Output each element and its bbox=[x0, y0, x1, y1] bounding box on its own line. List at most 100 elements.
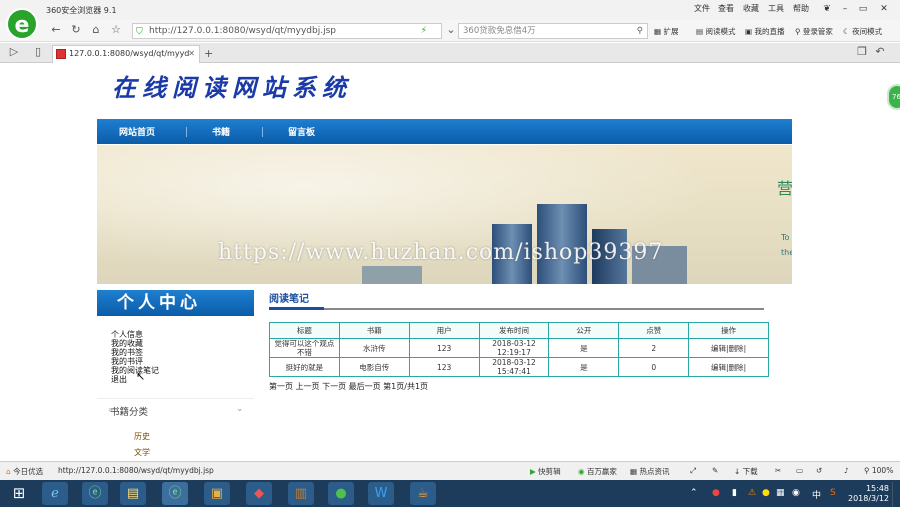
category-literature[interactable]: 文学 bbox=[134, 447, 150, 458]
sidebar-link-logout[interactable]: 退出 bbox=[111, 375, 127, 384]
new-tab-button[interactable]: + bbox=[204, 47, 213, 60]
cell-title: 觉得可以这个观点不错 bbox=[269, 338, 340, 358]
download-button[interactable]: ↓ 下载 bbox=[734, 466, 758, 477]
skin-icon[interactable]: ❦ bbox=[820, 2, 834, 16]
book-app-icon[interactable]: ▥ bbox=[288, 482, 314, 505]
cast-icon[interactable]: ▭ bbox=[796, 466, 803, 475]
restore-tabs-icon[interactable]: ❐ bbox=[854, 44, 870, 60]
speed-icon[interactable]: ⚡ bbox=[421, 24, 427, 38]
delete-link[interactable]: 删除 bbox=[729, 363, 744, 372]
sidebar-link-profile[interactable]: 个人信息 bbox=[111, 330, 143, 339]
extensions-button[interactable]: ▦ 扩展 bbox=[654, 26, 678, 37]
cell-public: 是 bbox=[548, 338, 620, 358]
reading-mode-button[interactable]: ▤ 阅读模式 bbox=[696, 26, 735, 37]
network-icon[interactable]: ▦ bbox=[776, 488, 785, 498]
close-button[interactable]: ✕ bbox=[877, 2, 891, 16]
url-input[interactable]: ⛉ http://127.0.0.1:8080/wsyd/qt/myydbj.j… bbox=[132, 23, 442, 39]
delete-link[interactable]: 删除 bbox=[729, 344, 744, 353]
sidebar-link-favorites[interactable]: 我的收藏 bbox=[111, 339, 143, 348]
history-icon[interactable]: ↺ bbox=[816, 466, 822, 475]
system-clock[interactable]: 15:48 2018/3/12 bbox=[848, 484, 889, 504]
wechat-icon[interactable]: ● bbox=[328, 482, 354, 505]
tray-app-icon[interactable]: ● bbox=[712, 488, 720, 498]
pagination[interactable]: 第一页 上一页 下一页 最后一页 第1页/共1页 bbox=[269, 381, 428, 392]
home-icon[interactable]: ⌂ bbox=[88, 22, 104, 38]
bookmark-star-icon[interactable]: ☆ bbox=[108, 22, 124, 38]
login-manager-button[interactable]: ⚲ 登录管家 bbox=[795, 26, 833, 37]
qq-icon[interactable]: ◉ bbox=[792, 488, 800, 498]
browser-360-icon[interactable]: ⓔ bbox=[82, 482, 108, 505]
cell-time: 2018-03-12 12:19:17 bbox=[478, 338, 550, 358]
menu-file[interactable]: 文件 bbox=[694, 3, 710, 14]
my-live-button[interactable]: ▣ 我的直播 bbox=[745, 26, 784, 37]
menu-view[interactable]: 查看 bbox=[718, 3, 734, 14]
dropdown-chevron-icon[interactable]: ⌄ bbox=[443, 22, 459, 38]
category-heading[interactable]: 书籍分类 bbox=[110, 404, 148, 418]
screenshot-icon[interactable]: ✂ bbox=[775, 466, 781, 475]
back-icon[interactable]: ← bbox=[48, 22, 64, 38]
zoom-icon: ⚲ bbox=[864, 466, 870, 475]
tray-chevron-icon[interactable]: ⌃ bbox=[690, 488, 698, 498]
today-picks-button[interactable]: ⌂ 今日优选 bbox=[6, 466, 43, 477]
pin-icon[interactable]: ✎ bbox=[712, 466, 718, 475]
nav-guestbook[interactable]: 留言板 bbox=[288, 125, 315, 138]
show-desktop-button[interactable] bbox=[892, 482, 900, 507]
ie-browser-icon[interactable]: ℯ bbox=[42, 482, 68, 505]
undo-close-icon[interactable]: ↶ bbox=[872, 44, 888, 60]
volume-icon[interactable]: ♪ bbox=[844, 466, 849, 475]
cell-actions: 编辑|删除| bbox=[688, 338, 769, 358]
search-input[interactable]: 360贷款免息借4万 ⚲ bbox=[458, 23, 648, 39]
search-icon[interactable]: ⚲ bbox=[637, 24, 643, 38]
maximize-button[interactable]: ▭ bbox=[856, 2, 870, 16]
app-icon[interactable]: ◆ bbox=[246, 482, 272, 505]
file-explorer-icon[interactable]: ▤ bbox=[120, 482, 146, 505]
section-title: 阅读笔记 bbox=[269, 294, 309, 305]
reading-mode-label: 阅读模式 bbox=[705, 27, 736, 36]
action-separator: | bbox=[743, 343, 747, 353]
menu-favorites[interactable]: 收藏 bbox=[743, 3, 759, 14]
quick-clip-button[interactable]: ▶ 快剪辑 bbox=[530, 466, 561, 477]
tab-close-icon[interactable]: ✕ bbox=[188, 46, 195, 62]
browser-360-active-icon[interactable]: ⓔ bbox=[162, 482, 188, 505]
tray-app-icon[interactable]: ● bbox=[762, 488, 770, 498]
ime-indicator[interactable]: 中 bbox=[812, 488, 821, 501]
edit-link[interactable]: 编辑 bbox=[711, 344, 726, 353]
tray-app-icon[interactable]: ⚠ bbox=[748, 488, 756, 498]
refresh-icon[interactable]: ↻ bbox=[68, 22, 84, 38]
section-divider-accent bbox=[269, 307, 324, 310]
game-app-icon[interactable]: ▣ bbox=[204, 482, 230, 505]
browser-logo-icon[interactable]: e bbox=[6, 8, 38, 40]
sidebar-toggle-icon[interactable]: ▷ bbox=[6, 44, 22, 60]
wps-writer-icon[interactable]: W bbox=[368, 482, 394, 505]
zoom-control[interactable]: ⚲ 100% bbox=[864, 466, 893, 475]
night-mode-button[interactable]: ☾ 夜间模式 bbox=[843, 26, 882, 37]
sidebar-link-bookmarks[interactable]: 我的书签 bbox=[111, 348, 143, 357]
menu-help[interactable]: 帮助 bbox=[793, 3, 809, 14]
sidebar-link-reading-notes[interactable]: 我的阅读笔记 bbox=[111, 366, 159, 375]
chevron-down-icon[interactable]: ⌄ bbox=[236, 404, 244, 414]
million-winner-button[interactable]: ◉ 百万赢家 bbox=[578, 466, 617, 477]
col-header-actions: 操作 bbox=[688, 322, 769, 339]
minimize-button[interactable]: – bbox=[838, 2, 852, 16]
nav-home[interactable]: 网站首页 bbox=[119, 125, 155, 138]
hot-news-button[interactable]: ▦ 热点资讯 bbox=[630, 466, 669, 477]
category-history[interactable]: 历史 bbox=[134, 431, 150, 442]
windows-start-icon[interactable]: ⊞ bbox=[6, 482, 32, 505]
sidebar-link-reviews[interactable]: 我的书评 bbox=[111, 357, 143, 366]
cell-book: 电影自传 bbox=[338, 357, 410, 377]
personal-center-heading: 个人中心 bbox=[97, 290, 254, 316]
fullscreen-icon[interactable]: ⤢ bbox=[690, 466, 696, 476]
java-icon[interactable]: ☕ bbox=[410, 482, 436, 505]
menu-tools[interactable]: 工具 bbox=[768, 3, 784, 14]
secure-shield-icon: ⛉ bbox=[136, 27, 143, 37]
nav-books[interactable]: 书籍 bbox=[212, 125, 230, 138]
news-icon: ▦ bbox=[630, 467, 638, 476]
cell-title: 挺好的就是 bbox=[269, 357, 340, 377]
tab-current-page[interactable]: 127.0.0.1:8080/wsyd/qt/myyd ✕ bbox=[52, 45, 200, 63]
edit-link[interactable]: 编辑 bbox=[711, 363, 726, 372]
tray-app-icon[interactable]: ▮ bbox=[732, 488, 737, 498]
floating-assistant-icon[interactable]: 76 bbox=[887, 84, 900, 110]
sogou-icon[interactable]: S bbox=[830, 488, 836, 498]
mouse-cursor-icon: ↖ bbox=[136, 370, 146, 383]
page-icon[interactable]: ▯ bbox=[30, 44, 46, 60]
